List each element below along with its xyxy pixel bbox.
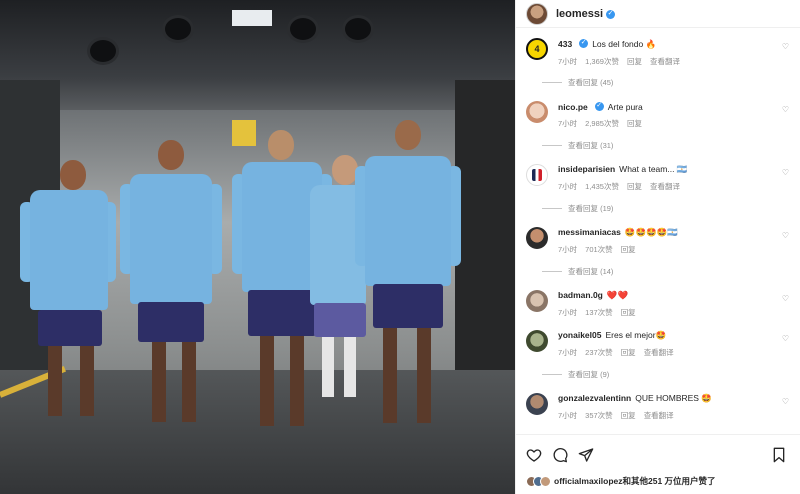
comment-item: gonzalezvalentinn QUE HOMBRES 🤩 7小时 357次赞回… [526, 391, 800, 421]
comment-time: 7小时 [558, 57, 578, 66]
comment-username[interactable]: messimaniacas [558, 227, 621, 237]
commenter-avatar[interactable] [526, 393, 548, 415]
reply-button[interactable]: 回复 [627, 57, 642, 66]
reply-button[interactable]: 回复 [621, 348, 636, 357]
ceiling-lightbox [232, 10, 272, 26]
heart-icon[interactable]: ♡ [782, 231, 789, 240]
comment-text: What a team... 🇦🇷 [619, 164, 688, 174]
view-replies-button[interactable]: 查看回复 (45) [526, 66, 800, 99]
comment-text: Eres el mejor🤩 [605, 330, 667, 340]
commenter-avatar[interactable] [526, 330, 548, 352]
comment-time: 7小时 [558, 411, 578, 420]
stadium-light [90, 40, 116, 62]
comment-item: nico.pe Arte pura 7小时 2,985次赞回复 ♡ [526, 99, 800, 129]
wall-sign [232, 120, 256, 146]
translate-button[interactable]: 查看翻译 [650, 57, 680, 66]
tunnel-floor [0, 370, 515, 494]
verified-badge-icon [606, 9, 616, 19]
author-avatar[interactable] [526, 2, 548, 25]
heart-icon[interactable]: ♡ [782, 334, 789, 343]
comments-panel: leomessi 4 433 Los del fondo 🔥 7小时 1,369次赞… [515, 0, 800, 494]
comment-time: 7小时 [558, 308, 578, 317]
heart-icon[interactable]: ♡ [782, 397, 789, 406]
comment-list: 4 433Los del fondo 🔥 7小时1,369次赞回复查看翻译 ♡ … [516, 36, 800, 434]
comment-time: 7小时 [558, 245, 578, 254]
avatar-text: 4 [534, 44, 540, 54]
stadium-light [165, 18, 191, 40]
liked-by-row[interactable]: officialmaxilopez和其他251 万位用户赞了 [526, 475, 716, 487]
verified-badge-icon [594, 101, 604, 111]
post-header: leomessi [516, 0, 800, 28]
action-icons [526, 447, 594, 463]
comment-username[interactable]: gonzalezvalentinn [558, 393, 631, 403]
translate-button[interactable]: 查看翻译 [650, 182, 680, 191]
comment-text: Arte pura [607, 102, 643, 112]
comment-username[interactable]: badman.0g [558, 290, 603, 300]
reply-button[interactable]: 回复 [621, 308, 636, 317]
comment-text: Los del fondo 🔥 [592, 39, 657, 49]
comment-likes[interactable]: 357次赞 [585, 411, 613, 420]
comment-item: insideparisien What a team... 🇦🇷 7小时 1,435… [526, 162, 800, 192]
liked-by-text[interactable]: officialmaxilopez和其他251 万位用户赞了 [554, 475, 716, 487]
liker-avatar [540, 475, 551, 487]
view-replies-button[interactable]: 查看回复 (19) [526, 192, 800, 225]
comment-likes[interactable]: 237次赞 [585, 348, 613, 357]
tunnel-wall-right [455, 80, 515, 420]
heart-icon[interactable]: ♡ [782, 105, 789, 114]
commenter-avatar[interactable]: 4 [526, 38, 548, 60]
author-username[interactable]: leomessi [556, 8, 603, 20]
comment-username[interactable]: insideparisien [558, 164, 615, 174]
commenter-avatar[interactable] [526, 164, 548, 186]
comment-likes[interactable]: 1,369次赞 [585, 57, 619, 66]
comment-item: messimaniacas 🤩🤩🤩🤩🇦🇷 7小时 701次赞 回复 ♡ [526, 225, 800, 255]
view-replies-button[interactable]: 查看回复 (31) [526, 129, 800, 162]
comment-likes[interactable]: 701次赞 [585, 245, 613, 254]
share-send-icon[interactable] [578, 447, 594, 463]
reply-button[interactable]: 回复 [621, 245, 636, 254]
view-replies-button[interactable]: 查看回复 (14) [526, 255, 800, 288]
verified-badge-icon [579, 38, 589, 48]
comment-text: 🤩🤩🤩🤩🇦🇷 [624, 227, 678, 237]
stadium-light [290, 18, 316, 40]
comment-bubble-icon[interactable] [552, 447, 568, 463]
comment-time: 7小时 [558, 182, 578, 191]
reply-button[interactable]: 回复 [621, 411, 636, 420]
comment-username[interactable]: nico.pe [558, 102, 588, 112]
like-heart-icon[interactable] [526, 447, 542, 463]
comment-text: ❤️❤️ [606, 290, 629, 300]
stadium-light [345, 18, 371, 40]
commenter-avatar[interactable] [526, 290, 548, 312]
comment-text: QUE HOMBRES 🤩 [635, 393, 712, 403]
comment-likes[interactable]: 137次赞 [585, 308, 613, 317]
comment-item: badman.0g ❤️❤️ 7小时 137次赞 回复 ♡ [526, 288, 800, 318]
comment-item: 4 433 Los del fondo 🔥 7小时 1,369次赞回复查看翻译 ♡ [526, 36, 800, 66]
translate-button[interactable]: 查看翻译 [644, 411, 674, 420]
comment-time: 7小时 [558, 119, 578, 128]
comment-username[interactable]: 433 [558, 39, 572, 49]
translate-button[interactable]: 查看翻译 [644, 348, 674, 357]
bookmark-icon[interactable] [771, 447, 787, 463]
heart-icon[interactable]: ♡ [782, 294, 789, 303]
commenter-avatar[interactable] [526, 227, 548, 249]
comment-item: yonaikel05 Eres el mejor🤩 7小时 237次赞 回复 查看翻译 … [526, 328, 800, 358]
heart-icon[interactable]: ♡ [782, 42, 789, 51]
post-actions: officialmaxilopez和其他251 万位用户赞了 [516, 434, 800, 494]
commenter-avatar[interactable] [526, 101, 548, 123]
reply-button[interactable]: 回复 [627, 182, 642, 191]
comment-time: 7小时 [558, 348, 578, 357]
heart-icon[interactable]: ♡ [782, 168, 789, 177]
comment-likes[interactable]: 2,985次赞 [585, 119, 619, 128]
view-replies-button[interactable]: 查看回复 (9) [526, 358, 800, 391]
reply-button[interactable]: 回复 [627, 119, 642, 128]
comment-likes[interactable]: 1,435次赞 [585, 182, 619, 191]
post-photo[interactable] [0, 0, 515, 494]
comment-username[interactable]: yonaikel05 [558, 330, 601, 340]
